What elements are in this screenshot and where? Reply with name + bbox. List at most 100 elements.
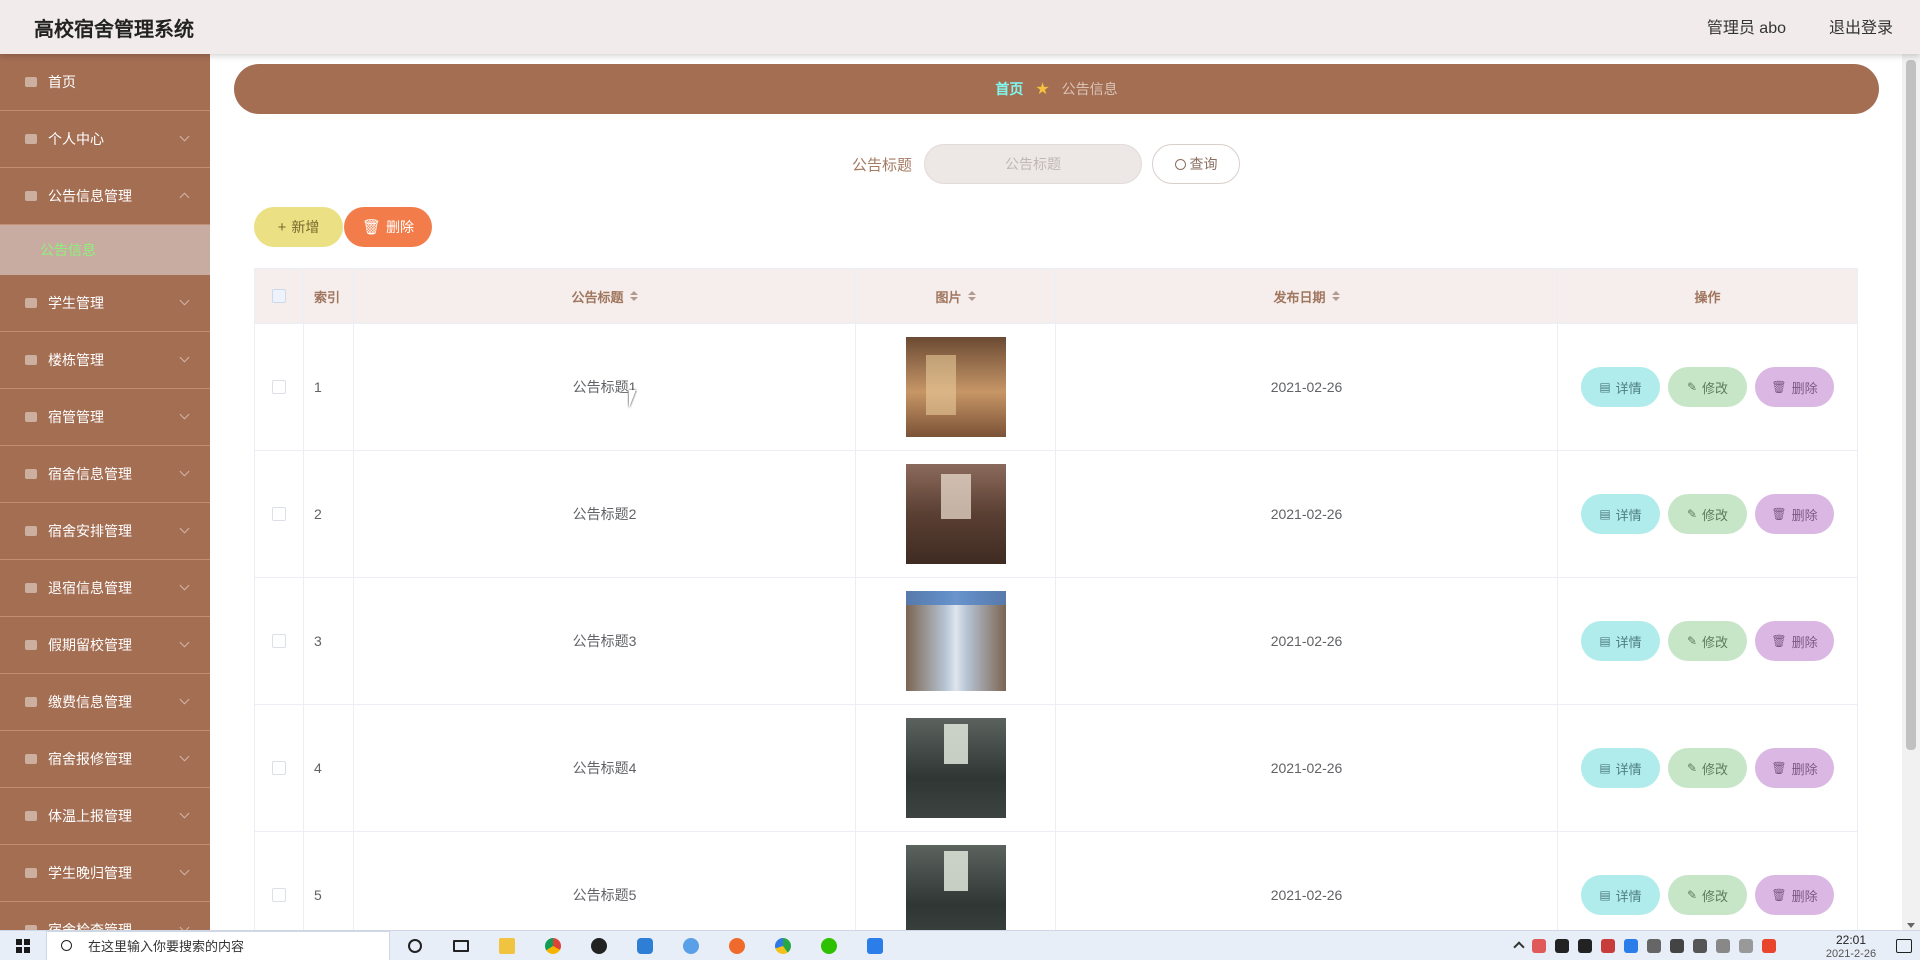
qq-icon[interactable] xyxy=(588,935,610,957)
windows-start-button[interactable] xyxy=(0,931,46,960)
user-icon xyxy=(24,132,38,146)
sidebar-item-dorm-arrangement[interactable]: 宿舍安排管理 xyxy=(0,503,210,560)
document-icon: ▤ xyxy=(1599,507,1611,521)
sidebar-subitem-announcement-info[interactable]: 公告信息 xyxy=(0,225,210,275)
qq-tray-icon[interactable] xyxy=(1578,939,1592,953)
delete-button[interactable]: 🗑 删除 xyxy=(1755,875,1834,915)
wechat-icon[interactable] xyxy=(818,935,840,957)
app-title: 高校宿舍管理系统 xyxy=(34,19,194,41)
sidebar-item-buildings[interactable]: 楼栋管理 xyxy=(0,332,210,389)
tray-app-icon[interactable] xyxy=(1532,939,1546,953)
chevron-down-icon xyxy=(179,409,190,420)
taskbar-search-box[interactable]: 在这里输入你要搜索的内容 xyxy=(46,930,390,960)
row-checkbox[interactable] xyxy=(272,507,286,521)
dorm-photo-thumbnail[interactable] xyxy=(905,718,1006,818)
sort-icon[interactable] xyxy=(629,291,638,301)
chevron-up-icon[interactable] xyxy=(1513,941,1525,953)
sidebar-item-label: 退宿信息管理 xyxy=(48,580,132,596)
baidu-netdisk-icon[interactable] xyxy=(680,935,702,957)
detail-button[interactable]: ▤ 详情 xyxy=(1581,367,1660,407)
box-tray-icon[interactable] xyxy=(1624,939,1638,953)
row-checkbox[interactable] xyxy=(272,634,286,648)
logout-link[interactable]: 退出登录 xyxy=(1829,14,1893,38)
sort-icon[interactable] xyxy=(967,291,976,301)
chevron-down-icon xyxy=(179,865,190,876)
dorm-photo-thumbnail[interactable] xyxy=(905,337,1006,437)
detail-button-label: 详情 xyxy=(1615,761,1642,777)
detail-button[interactable]: ▤ 详情 xyxy=(1581,875,1660,915)
chrome-icon[interactable] xyxy=(542,935,564,957)
sidebar-item-temperature[interactable]: 体温上报管理 xyxy=(0,788,210,845)
select-all-checkbox[interactable] xyxy=(272,289,286,303)
sidebar-item-dorm-managers[interactable]: 宿管管理 xyxy=(0,389,210,446)
scrollbar-thumb[interactable] xyxy=(1906,60,1916,750)
card-icon xyxy=(24,695,38,709)
delete-button[interactable]: 🗑 删除 xyxy=(1755,494,1834,534)
row-checkbox[interactable] xyxy=(272,380,286,394)
app-w-icon[interactable] xyxy=(864,935,886,957)
volume-icon[interactable] xyxy=(1693,939,1707,953)
row-ops: ▤ 详情 ✎ 修改 🗑 删除 xyxy=(1558,451,1858,577)
breadcrumb-home-link[interactable]: 首页 xyxy=(995,79,1023,99)
sidebar-item-late-return[interactable]: 学生晚归管理 xyxy=(0,845,210,902)
detail-button[interactable]: ▤ 详情 xyxy=(1581,748,1660,788)
sidebar-item-profile[interactable]: 个人中心 xyxy=(0,111,210,168)
search-input[interactable] xyxy=(924,144,1142,184)
edit-button[interactable]: ✎ 修改 xyxy=(1668,875,1747,915)
file-explorer-icon[interactable] xyxy=(496,935,518,957)
header-title[interactable]: 公告标题 xyxy=(354,269,856,323)
detail-button[interactable]: ▤ 详情 xyxy=(1581,621,1660,661)
edit-button[interactable]: ✎ 修改 xyxy=(1668,748,1747,788)
row-checkbox[interactable] xyxy=(272,761,286,775)
detail-button-label: 详情 xyxy=(1615,888,1642,904)
sidebar-item-dorm-inspection[interactable]: 宿舍检查管理 xyxy=(0,902,210,930)
document-icon: ▤ xyxy=(1599,888,1611,902)
cloud-tray-icon[interactable] xyxy=(1647,939,1661,953)
sidebar-item-label: 首页 xyxy=(48,74,76,90)
delete-button[interactable]: 🗑 删除 xyxy=(1755,367,1834,407)
add-button[interactable]: + 新增 xyxy=(254,207,343,247)
sidebar-item-label: 宿舍信息管理 xyxy=(48,466,132,482)
search-button[interactable]: 查询 xyxy=(1152,144,1240,184)
qq-tray-icon[interactable] xyxy=(1555,939,1569,953)
browser-icon[interactable] xyxy=(772,935,794,957)
sidebar-item-checkout-info[interactable]: 退宿信息管理 xyxy=(0,560,210,617)
qq-tray-icon[interactable] xyxy=(1601,939,1615,953)
bulk-delete-button[interactable]: 🗑 删除 xyxy=(344,207,432,247)
edit-button[interactable]: ✎ 修改 xyxy=(1668,621,1747,661)
chinese-input-icon[interactable] xyxy=(1739,939,1753,953)
taskbar-clock[interactable]: 22:01 2021-2-26 xyxy=(1806,933,1896,959)
network-icon[interactable] xyxy=(1670,939,1684,953)
dorm-photo-thumbnail[interactable] xyxy=(905,591,1006,691)
trash-icon: 🗑 xyxy=(1771,380,1787,394)
scroll-down-arrow-icon[interactable] xyxy=(1907,923,1915,928)
sidebar-item-students[interactable]: 学生管理 xyxy=(0,275,210,332)
input-method-icon[interactable] xyxy=(1716,939,1730,953)
dorm-photo-thumbnail[interactable] xyxy=(905,464,1006,564)
delete-button[interactable]: 🗑 删除 xyxy=(1755,621,1834,661)
row-checkbox[interactable] xyxy=(272,888,286,902)
delete-button[interactable]: 🗑 删除 xyxy=(1755,748,1834,788)
header-image[interactable]: 图片 xyxy=(856,269,1056,323)
detail-button[interactable]: ▤ 详情 xyxy=(1581,494,1660,534)
sidebar-item-dorm-info[interactable]: 宿舍信息管理 xyxy=(0,446,210,503)
page-scrollbar[interactable] xyxy=(1902,54,1920,930)
sidebar-item-announcements[interactable]: 公告信息管理 xyxy=(0,168,210,225)
sidebar-item-payments[interactable]: 缴费信息管理 xyxy=(0,674,210,731)
task-view-icon[interactable] xyxy=(450,935,472,957)
firefox-icon[interactable] xyxy=(726,935,748,957)
sogou-icon[interactable] xyxy=(1762,939,1776,953)
trash-icon: 🗑 xyxy=(361,219,382,236)
sort-icon[interactable] xyxy=(1331,291,1340,301)
edit-button[interactable]: ✎ 修改 xyxy=(1668,494,1747,534)
header-date[interactable]: 发布日期 xyxy=(1056,269,1558,323)
cloud-app-icon[interactable] xyxy=(634,935,656,957)
row-date: 2021-02-26 xyxy=(1056,451,1558,577)
notification-icon[interactable] xyxy=(1896,939,1912,953)
sidebar-item-home[interactable]: 首页 xyxy=(0,54,210,111)
edit-button[interactable]: ✎ 修改 xyxy=(1668,367,1747,407)
sidebar-item-holiday-stay[interactable]: 假期留校管理 xyxy=(0,617,210,674)
cortana-icon[interactable] xyxy=(404,935,426,957)
sidebar-item-repairs[interactable]: 宿舍报修管理 xyxy=(0,731,210,788)
row-date: 2021-02-26 xyxy=(1056,705,1558,831)
